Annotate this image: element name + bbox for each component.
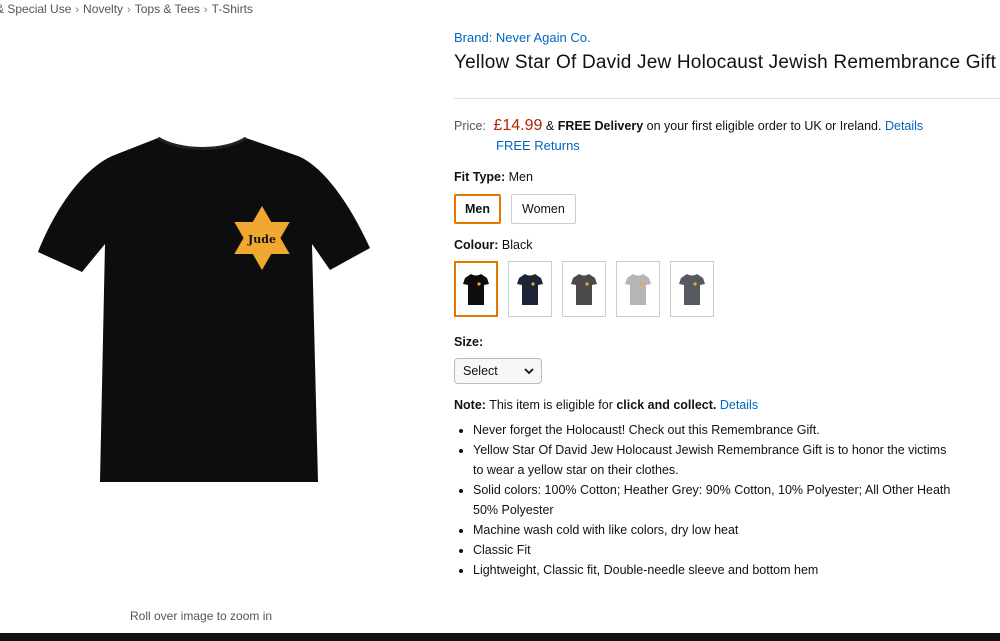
list-item: Classic Fit <box>473 540 1000 560</box>
click-collect-details-link[interactable]: Details <box>720 398 758 412</box>
list-item: Solid colors: 100% Cotton; Heather Grey:… <box>473 480 1000 520</box>
colour-label: Colour: Black <box>454 238 533 252</box>
feature-bullets: Never forget the Holocaust! Check out th… <box>454 420 1000 580</box>
breadcrumb-t-shirts[interactable]: T-Shirts <box>212 2 253 16</box>
breadcrumb: & Special Use › Novelty › Tops & Tees › T-Shir… <box>0 2 253 16</box>
delivery-text: on your first eligible order to UK or Ir… <box>646 119 882 133</box>
breadcrumb-special-use[interactable]: & Special Use <box>0 2 71 16</box>
tshirt-body <box>38 138 370 482</box>
tshirt-thumb-icon <box>625 274 651 305</box>
list-item: Machine wash cold with like colors, dry … <box>473 520 1000 540</box>
colour-swatch-navy[interactable] <box>508 261 552 317</box>
divider <box>454 98 1000 99</box>
breadcrumb-novelty[interactable]: Novelty <box>83 2 123 16</box>
tshirt-thumb-icon <box>679 274 705 305</box>
breadcrumb-separator: › <box>127 4 131 16</box>
fit-type-options: Men Women <box>454 194 1000 224</box>
chevron-down-icon <box>524 367 534 374</box>
free-delivery: FREE Delivery <box>557 119 644 133</box>
click-collect-note: Note: This item is eligible for click an… <box>454 398 759 412</box>
breadcrumb-separator: › <box>203 4 208 16</box>
colour-value: Black <box>501 238 533 252</box>
brand-link[interactable]: Brand: Never Again Co. <box>454 30 591 45</box>
list-item: Yellow Star Of David Jew Holocaust Jewis… <box>473 440 1000 480</box>
bottom-bar <box>0 633 1000 641</box>
size-select-value: Select <box>463 364 498 378</box>
star-label: Jude <box>247 233 276 246</box>
colour-swatch-black[interactable] <box>454 261 498 317</box>
list-item: Lightweight, Classic fit, Double-needle … <box>473 560 1000 580</box>
price-row: Price: £14.99 & FREE Delivery on your fi… <box>454 116 1000 156</box>
fit-men-button[interactable]: Men <box>454 194 501 224</box>
colour-swatch-dark-heather[interactable] <box>562 261 606 317</box>
colour-swatches <box>454 261 1000 317</box>
product-title: Yellow Star Of David Jew Holocaust Jewis… <box>454 52 997 73</box>
breadcrumb-separator: › <box>75 4 80 16</box>
fit-women-button[interactable]: Women <box>511 194 576 224</box>
tshirt-thumb-icon <box>463 274 489 305</box>
tshirt-thumb-icon <box>517 274 543 305</box>
price-value: £14.99 <box>493 117 543 134</box>
price-label: Price: <box>454 119 486 133</box>
tshirt-thumb-icon <box>571 274 597 305</box>
product-details: Brand: Never Again Co. Yellow Star Of Da… <box>454 28 1000 580</box>
colour-swatch-asphalt[interactable] <box>670 261 714 317</box>
colour-swatch-heather-grey[interactable] <box>616 261 660 317</box>
list-item: Never forget the Holocaust! Check out th… <box>473 420 1000 440</box>
size-label: Size: <box>454 335 484 349</box>
free-returns-link[interactable]: FREE Returns <box>496 138 580 153</box>
breadcrumb-tops-tees[interactable]: Tops & Tees <box>135 2 200 16</box>
delivery-details-link[interactable]: Details <box>885 119 923 133</box>
fit-type-value: Men <box>508 170 533 184</box>
zoom-hint: Roll over image to zoom in <box>130 609 273 623</box>
delivery-amp: & <box>545 119 555 133</box>
size-select[interactable]: Select <box>454 358 542 384</box>
product-image[interactable]: Jude <box>30 120 380 500</box>
tshirt-image: Jude <box>38 136 370 482</box>
fit-type-label: Fit Type: Men <box>454 170 533 184</box>
